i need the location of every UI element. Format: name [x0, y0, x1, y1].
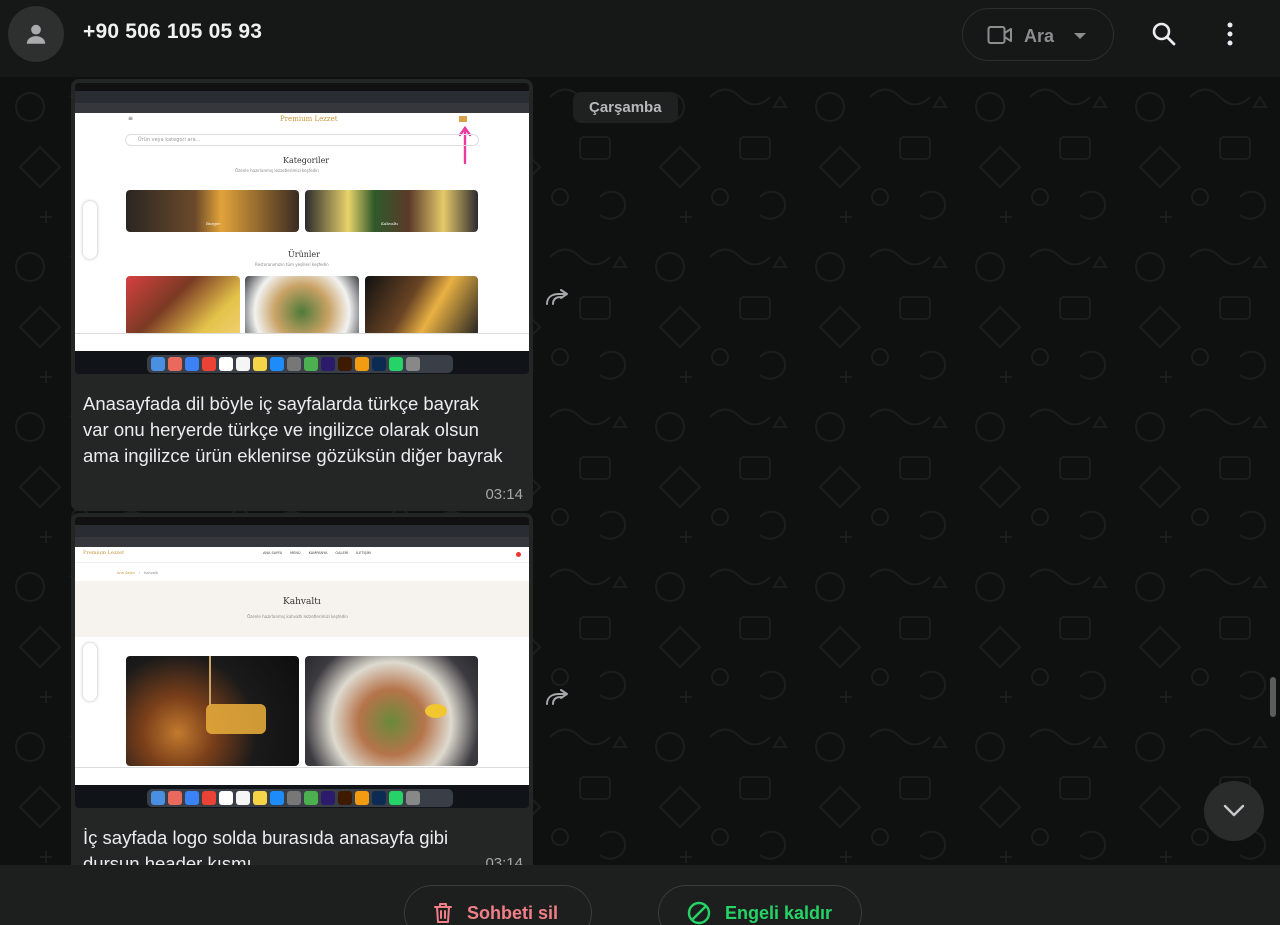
screenshot-tabbar — [75, 525, 529, 537]
message-text: Anasayfada dil böyle iç sayfalarda türkç… — [83, 393, 503, 466]
screenshot-brand: Premium Lezzet — [280, 115, 338, 123]
message-time: 03:14 — [485, 486, 523, 503]
screenshot-urlbar — [75, 103, 529, 113]
contact-avatar[interactable] — [8, 6, 64, 62]
chat-header: +90 506 105 05 93 Ara — [0, 0, 1280, 67]
call-label: Ara — [1024, 26, 1055, 46]
delete-chat-label: Sohbeti sil — [467, 902, 559, 923]
product-card — [126, 276, 240, 336]
screenshot-page: ≡ Premium Lezzet Ürün veya kategori ara.… — [75, 113, 529, 351]
forward-button[interactable] — [543, 286, 573, 310]
screenshot-urlbar — [75, 537, 529, 547]
product-image-salad — [305, 656, 478, 766]
forward-icon — [546, 289, 568, 305]
unblock-button[interactable]: Engeli kaldır — [658, 885, 862, 925]
scroll-to-bottom-button[interactable] — [1204, 781, 1264, 841]
screenshot-menubar — [75, 517, 529, 525]
message-bubble[interactable]: ≡ Premium Lezzet Ürün veya kategori ara.… — [71, 79, 533, 511]
call-button[interactable]: Ara — [962, 8, 1114, 61]
default-avatar-icon — [26, 24, 46, 44]
unblock-label: Engeli kaldır — [725, 902, 833, 923]
screenshot-social-bar — [83, 643, 97, 701]
message-time: 03:14 — [485, 855, 523, 865]
message-bubble[interactable]: Premium Lezzet ANA SAYFA MENÜ KAMPANYA G… — [71, 513, 533, 865]
trash-icon — [434, 903, 452, 923]
video-camera-icon — [987, 26, 1012, 44]
screenshot-nav: ANA SAYFA MENÜ KAMPANYA GALERİ İLETİŞİM — [263, 551, 371, 555]
chevron-down-icon[interactable] — [1074, 33, 1086, 39]
blocked-footer: Sohbeti sil Engeli kaldır — [0, 865, 1280, 925]
search-button[interactable] — [1144, 14, 1184, 54]
search-icon — [1152, 22, 1176, 46]
screenshot-dock — [75, 351, 529, 374]
scrollbar-thumb[interactable] — [1270, 677, 1276, 717]
image-attachment[interactable]: Premium Lezzet ANA SAYFA MENÜ KAMPANYA G… — [75, 517, 529, 808]
menu-icon — [1227, 22, 1233, 46]
category-card-burger: Burger — [126, 190, 299, 232]
menu-button[interactable] — [1210, 14, 1250, 54]
date-separator: Çarşamba — [573, 92, 678, 123]
category-card-breakfast: Kahvaltı — [305, 190, 478, 232]
delete-chat-button[interactable]: Sohbeti sil — [404, 885, 592, 925]
block-icon — [687, 901, 711, 925]
image-attachment[interactable]: ≡ Premium Lezzet Ürün veya kategori ara.… — [75, 83, 529, 374]
product-card — [245, 276, 359, 336]
screenshot-bottom-nav — [75, 767, 529, 785]
screenshot-menubar — [75, 83, 529, 91]
chevron-down-icon — [1223, 804, 1245, 817]
flag-icon — [516, 552, 521, 557]
forward-button[interactable] — [543, 686, 573, 710]
forward-icon — [546, 689, 568, 705]
screenshot-search: Ürün veya kategori ara... — [125, 134, 479, 146]
screenshot-bottom-nav — [75, 333, 529, 351]
screenshot-dock — [75, 785, 529, 808]
contact-name[interactable]: +90 506 105 05 93 — [83, 20, 262, 44]
product-card — [365, 276, 478, 336]
screenshot-breadcrumb: Ana Sayfa › Kahvaltı — [117, 571, 159, 575]
message-list[interactable]: Çarşamba ≡ Premium Lezzet Ürün veya kate… — [0, 77, 1280, 865]
screenshot-tabbar — [75, 91, 529, 103]
screenshot-page: Premium Lezzet ANA SAYFA MENÜ KAMPANYA G… — [75, 547, 529, 785]
flag-icon — [459, 116, 467, 122]
message-text: İç sayfada logo solda burasıda anasayfa … — [83, 827, 449, 865]
product-image-burger — [126, 656, 299, 766]
screenshot-social-bar — [83, 201, 97, 259]
